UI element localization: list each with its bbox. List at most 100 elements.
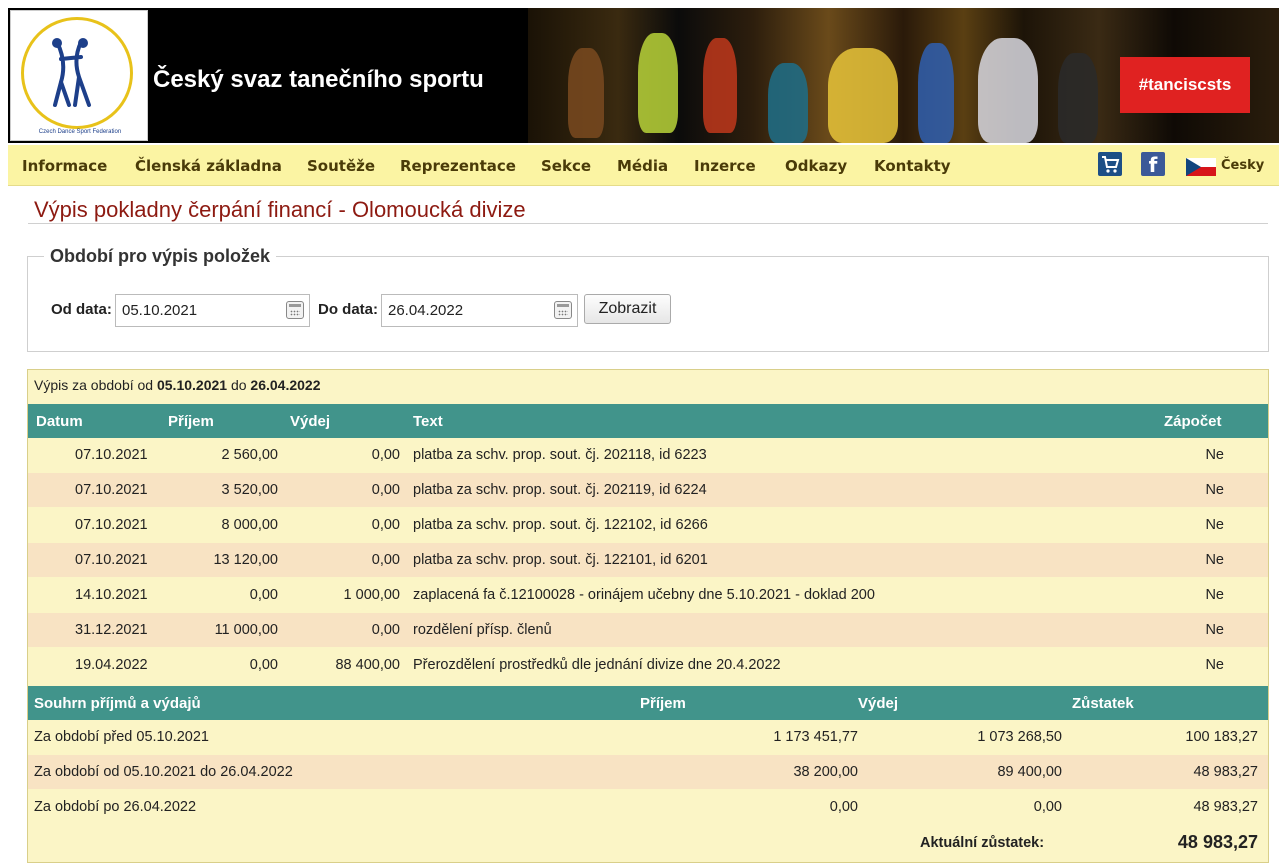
summary-income-cell: 1 173 451,77 (773, 729, 858, 745)
income-cell: 2 560,00 (221, 447, 278, 463)
title-divider (28, 223, 1268, 224)
summary-label-cell: Za období od 05.10.2021 do 26.04.2022 (34, 764, 293, 780)
summary-label-cell: Za období před 05.10.2021 (34, 729, 209, 745)
expense-cell: 0,00 (371, 447, 400, 463)
credit-cell: Ne (1205, 517, 1224, 533)
table-row: 07.10.2021 3 520,00 0,00 platba za schv. pr… (28, 473, 1268, 507)
summary-expense-cell: 1 073 268,50 (977, 729, 1062, 745)
expense-cell: 1 000,00 (343, 587, 400, 603)
text-cell: platba za schv. prop. sout. čj. 202119, … (413, 482, 707, 498)
expense-cell: 0,00 (371, 517, 400, 533)
summary-header-label: Souhrn příjmů a výdajů (34, 695, 201, 712)
period-from: 05.10.2021 (156, 377, 228, 393)
table-row: 07.10.2021 13 120,00 0,00 platba za schv. p… (28, 543, 1268, 577)
period-to: 26.04.2022 (250, 377, 321, 393)
summary-row: Za období od 05.10.2021 do 26.04.2022 38 … (28, 755, 1268, 789)
nav-item-odkazy[interactable]: Odkazy (785, 157, 847, 175)
to-date-input[interactable]: 26.04.2022 (381, 294, 578, 327)
credit-cell: Ne (1205, 447, 1224, 463)
czech-flag-icon[interactable] (1186, 158, 1216, 176)
hashtag-button[interactable]: #tanciscsts (1120, 57, 1250, 113)
site-title[interactable]: Český svaz tanečního sportu (153, 66, 484, 94)
main-nav: Informace Členská základna Soutěže Repre… (8, 145, 1279, 186)
date-cell: 31.12.2021 (75, 622, 148, 638)
summary-balance-cell: 48 983,27 (1193, 764, 1258, 780)
nav-item-sekce[interactable]: Sekce (541, 157, 591, 175)
logo-caption: Czech Dance Sport Federation (38, 129, 122, 135)
income-cell: 13 120,00 (213, 552, 278, 568)
dancers-logo-icon (52, 38, 91, 107)
statement-table-header: Datum Příjem Výdej Text Zápočet (28, 404, 1268, 438)
summary-income-cell: 38 200,00 (793, 764, 858, 780)
table-row: 14.10.2021 0,00 1 000,00 zaplacená fa č.121… (28, 578, 1268, 612)
calendar-icon[interactable] (554, 301, 572, 319)
expense-cell: 0,00 (371, 552, 400, 568)
income-cell: 0,00 (249, 657, 278, 673)
credit-cell: Ne (1205, 622, 1224, 638)
nav-item-inzerce[interactable]: Inzerce (694, 157, 756, 175)
date-cell: 14.10.2021 (75, 587, 148, 603)
period-filter-legend: Období pro výpis položek (44, 246, 277, 267)
summary-expense-cell: 0,00 (1033, 799, 1062, 815)
facebook-icon[interactable]: f (1141, 152, 1165, 177)
federation-logo[interactable]: Czech Dance Sport Federation (10, 10, 148, 141)
income-cell: 8 000,00 (221, 517, 278, 533)
from-date-label: Od data: (51, 301, 112, 318)
text-cell: rozdělení přísp. členů (413, 622, 552, 638)
summary-income-cell: 0,00 (829, 799, 858, 815)
date-cell: 07.10.2021 (75, 447, 148, 463)
nav-item-informace[interactable]: Informace (22, 157, 107, 175)
summary-header-balance: Zůstatek (1072, 695, 1134, 712)
language-switch[interactable]: Česky (1221, 158, 1264, 173)
column-header-income[interactable]: Příjem (168, 413, 214, 430)
text-cell: platba za schv. prop. sout. čj. 122101, … (413, 552, 708, 568)
column-header-date[interactable]: Datum (36, 413, 83, 430)
text-cell: platba za schv. prop. sout. čj. 122102, … (413, 517, 708, 533)
date-cell: 07.10.2021 (75, 517, 148, 533)
page-title: Výpis pokladny čerpání financí - Olomouc… (34, 197, 526, 222)
current-balance-value: 48 983,27 (1177, 832, 1258, 852)
statement-period: Výpis za období od 05.10.2021 do 26.04.2… (34, 377, 321, 393)
table-row: 07.10.2021 8 000,00 0,00 platba za schv. pr… (28, 508, 1268, 542)
summary-header-income: Příjem (640, 695, 686, 712)
column-header-text[interactable]: Text (413, 413, 443, 430)
table-row: 31.12.2021 11 000,00 0,00 rozdělení přísp. … (28, 613, 1268, 647)
current-balance-row: Aktuální zůstatek: 48 983,27 (28, 826, 1268, 860)
nav-item-media[interactable]: Média (617, 157, 668, 175)
to-date-label: Do data: (318, 301, 378, 318)
nav-item-clenska-zakladna[interactable]: Členská základna (135, 157, 282, 175)
income-cell: 11 000,00 (214, 622, 278, 638)
date-cell: 07.10.2021 (75, 482, 148, 498)
summary-balance-cell: 48 983,27 (1193, 799, 1258, 815)
from-date-input[interactable]: 05.10.2021 (115, 294, 310, 327)
summary-expense-cell: 89 400,00 (997, 764, 1062, 780)
column-header-credit[interactable]: Zápočet (1164, 413, 1222, 430)
show-button[interactable]: Zobrazit (584, 294, 671, 324)
calendar-icon[interactable] (286, 301, 304, 319)
credit-cell: Ne (1205, 482, 1224, 498)
table-row: 07.10.2021 2 560,00 0,00 platba za schv. pr… (28, 438, 1268, 472)
expense-cell: 0,00 (371, 622, 400, 638)
summary-label-cell: Za období po 26.04.2022 (34, 799, 197, 815)
date-cell: 07.10.2021 (75, 552, 148, 568)
column-header-expense[interactable]: Výdej (290, 413, 330, 430)
table-row: 19.04.2022 0,00 88 400,00 Přerozdělení pros… (28, 648, 1268, 682)
income-cell: 0,00 (249, 587, 278, 603)
cart-icon[interactable] (1098, 152, 1122, 176)
nav-item-souteze[interactable]: Soutěže (307, 157, 375, 175)
text-cell: Přerozdělení prostředků dle jednání divi… (413, 657, 781, 673)
summary-row: Za období po 26.04.2022 0,00 0,00 48 983,27 (28, 790, 1268, 824)
date-cell: 19.04.2022 (75, 657, 148, 673)
nav-item-kontakty[interactable]: Kontakty (874, 157, 951, 175)
summary-row: Za období před 05.10.2021 1 173 451,77 1 0… (28, 720, 1268, 754)
credit-cell: Ne (1205, 552, 1224, 568)
summary-header-expense: Výdej (858, 695, 899, 712)
credit-cell: Ne (1205, 657, 1224, 673)
income-cell: 3 520,00 (221, 482, 278, 498)
expense-cell: 0,00 (371, 482, 400, 498)
credit-cell: Ne (1205, 587, 1224, 603)
summary-table-header: Souhrn příjmů a výdajů Příjem Výdej Zůst… (28, 686, 1268, 720)
nav-item-reprezentace[interactable]: Reprezentace (400, 157, 516, 175)
period-mid: do (230, 377, 247, 393)
current-balance-label: Aktuální zůstatek: (920, 835, 1045, 851)
